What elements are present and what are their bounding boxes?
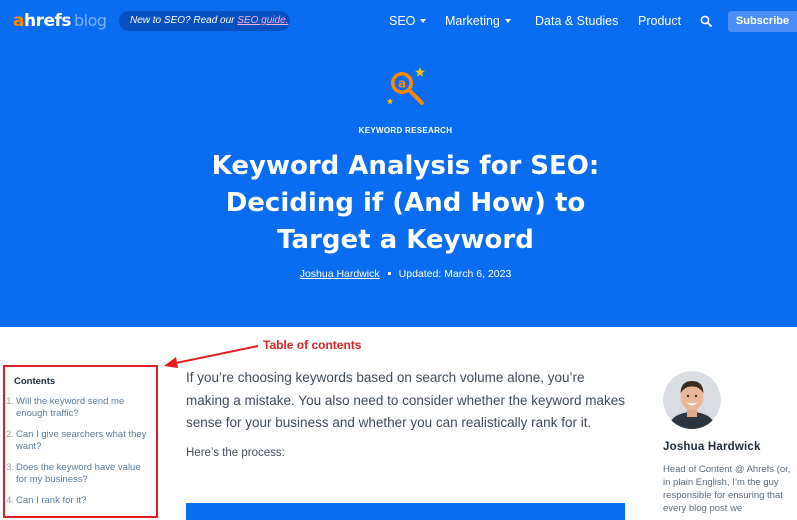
toc-item-number: 1. xyxy=(6,396,14,407)
magnifier-star-icon: a xyxy=(386,67,425,105)
nav-item-label: Marketing xyxy=(445,14,500,28)
title-line: Deciding if (And How) to xyxy=(225,188,586,218)
nav-item-product[interactable]: Product xyxy=(638,14,681,28)
toc-item-number: 3. xyxy=(6,462,14,473)
seo-guide-link[interactable]: SEO guide. xyxy=(237,15,288,26)
separator-dot xyxy=(387,272,391,275)
author-card-name[interactable]: Joshua Hardwick xyxy=(663,441,761,453)
top-navigation: ahrefs blog New to SEO? Read our SEO guid… xyxy=(0,0,797,42)
category-label[interactable]: KEYWORD RESEARCH xyxy=(0,126,797,135)
seo-guide-promo: New to SEO? Read our SEO guide. xyxy=(119,11,290,31)
hero-banner: ahrefs blog New to SEO? Read our SEO guid… xyxy=(0,0,797,327)
toc-item-text: Can I rank for it? xyxy=(16,495,87,506)
toc-item-text: Does the keyword have value for my busin… xyxy=(16,462,141,485)
nav-item-marketing[interactable]: Marketing xyxy=(445,14,511,28)
search-icon[interactable] xyxy=(700,15,712,27)
article-image-block xyxy=(186,503,625,520)
title-line: Target a Keyword xyxy=(277,225,534,255)
svg-text:a: a xyxy=(398,77,406,91)
toc-item[interactable]: 2. Can I give searchers what they want? xyxy=(3,429,153,452)
nav-item-label: Product xyxy=(638,14,682,28)
toc-item[interactable]: 3. Does the keyword have value for my bu… xyxy=(3,462,153,485)
toc-item-number: 2. xyxy=(6,429,14,440)
subscribe-button[interactable]: Subscribe xyxy=(728,11,797,32)
logo-wordmark: hrefs xyxy=(23,11,72,31)
page-title: Keyword Analysis for SEO: Deciding if (A… xyxy=(150,148,661,259)
toc-item-text: Will the keyword send me enough traffic? xyxy=(16,396,125,419)
ahrefs-blog-logo[interactable]: ahrefs blog xyxy=(13,11,107,31)
title-line: Keyword Analysis for SEO: xyxy=(211,151,600,181)
author-card-bio: Head of Content @ Ahrefs (or, in plain E… xyxy=(663,464,791,514)
byline: Joshua Hardwick Updated: March 6, 2023 xyxy=(0,268,797,280)
toc-item-number: 4. xyxy=(6,495,14,506)
chevron-down-icon xyxy=(420,19,427,23)
toc-item[interactable]: 4. Can I rank for it? xyxy=(3,495,153,507)
nav-item-data-studies[interactable]: Data & Studies xyxy=(535,14,618,28)
author-avatar[interactable] xyxy=(663,371,721,429)
toc-item[interactable]: 1. Will the keyword send me enough traff… xyxy=(3,396,153,419)
nav-item-seo[interactable]: SEO xyxy=(389,14,427,28)
nav-item-label: SEO xyxy=(389,14,416,28)
promo-text: New to SEO? Read our xyxy=(130,15,238,26)
annotation-label: Table of contents xyxy=(263,338,362,352)
table-of-contents: 1. Will the keyword send me enough traff… xyxy=(3,396,153,517)
chevron-down-icon xyxy=(504,19,511,23)
nav-item-label: Data & Studies xyxy=(535,14,619,28)
article-body: If you’re choosing keywords based on sea… xyxy=(186,367,628,459)
logo-blog-label: blog xyxy=(74,11,107,30)
logo-accent-letter: a xyxy=(13,11,24,31)
article-intro: If you’re choosing keywords based on sea… xyxy=(186,370,625,430)
toc-heading: Contents xyxy=(14,376,56,387)
updated-date: Updated: March 6, 2023 xyxy=(398,268,512,280)
author-link[interactable]: Joshua Hardwick xyxy=(300,268,380,280)
article-process-lead: Here’s the process: xyxy=(186,446,285,459)
toc-item-text: Can I give searchers what they want? xyxy=(16,429,147,452)
